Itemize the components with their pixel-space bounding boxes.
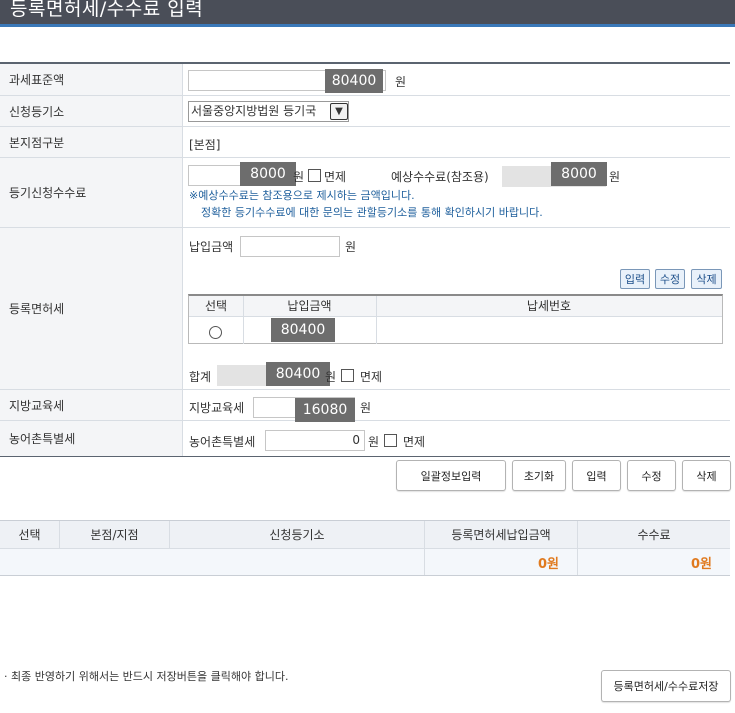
col-tax-number: 납세번호 (376, 296, 722, 317)
total-unit: 원 (325, 370, 337, 384)
summary-col-branch: 본점/지점 (60, 521, 170, 548)
save-button[interactable]: 등록면허세/수수료저장 (601, 670, 731, 702)
fee-note-2: 정확한 등기수수료에 대한 문의는 관할등기소를 통해 확인하시기 바랍니다. (201, 206, 543, 219)
registry-select[interactable]: 서울중앙지방법원 등기국 ▼ (188, 101, 349, 122)
tax-base-label: 과세표준액 (0, 64, 183, 95)
row-registry: 신청등기소 서울중앙지방법원 등기국 ▼ (0, 96, 730, 127)
reg-fee-unit: 원 (293, 170, 305, 184)
input-button[interactable]: 입력 (572, 460, 621, 491)
rural-tax-value: 0 (352, 433, 360, 447)
col-divider (376, 296, 377, 344)
rural-tax-input[interactable]: 0 (265, 430, 365, 451)
summary-license-amount: 0원 (425, 549, 578, 575)
summary-col-registry: 신청등기소 (170, 521, 425, 548)
summary-row: 0원 0원 (0, 549, 730, 575)
rural-tax-field-label: 농어촌특별세 (189, 435, 256, 449)
pay-amount-unit: 원 (345, 240, 357, 254)
title-bar: 등록면허세/수수료 입력 (0, 0, 735, 27)
page-title: 등록면허세/수수료 입력 (10, 0, 204, 20)
row-edu-tax: 지방교육세 지방교육세 16080 원 (0, 390, 730, 422)
edu-tax-field-label: 지방교육세 (189, 401, 245, 415)
pay-amount-input[interactable] (240, 236, 340, 257)
pay-amount-label: 납입금액 (189, 240, 234, 254)
row-license-tax: 등록면허세 납입금액 원 입력 수정 삭제 선택 납입금액 납세번호 80400… (0, 228, 730, 390)
row-select-radio[interactable] (209, 326, 222, 339)
expected-fee-value: 8000 (551, 162, 607, 186)
edit-button[interactable]: 수정 (627, 460, 676, 491)
branch-label: 본지점구분 (0, 127, 183, 157)
row-rural-tax: 농어촌특별세 농어촌특별세 0 원 면제 (0, 421, 730, 457)
branch-value: [본점] (189, 138, 221, 152)
summary-fee-amount: 0원 (690, 556, 712, 572)
col-amount: 납입금액 (243, 296, 376, 317)
registry-selected: 서울중앙지방법원 등기국 (191, 104, 317, 118)
total-label: 합계 (189, 370, 212, 384)
row-reg-fee: 등기신청수수료 8000 원 면제 예상수수료(참조용) 8000 원 ※예상수… (0, 158, 730, 228)
rural-tax-unit: 원 (368, 435, 380, 449)
license-delete-button[interactable]: 삭제 (691, 269, 722, 289)
col-select: 선택 (189, 296, 243, 317)
total-value: 80400 (266, 362, 330, 386)
input-form: 과세표준액 80400 원 신청등기소 서울중앙지방법원 등기국 ▼ 본지점구분… (0, 62, 730, 457)
summary-header: 선택 본점/지점 신청등기소 등록면허세납입금액 수수료 (0, 521, 730, 549)
reg-fee-exempt-checkbox[interactable] (308, 169, 321, 182)
expected-fee-unit: 원 (609, 170, 621, 184)
rural-exempt-label: 면제 (403, 435, 426, 449)
delete-button[interactable]: 삭제 (682, 460, 731, 491)
summary-table: 선택 본점/지점 신청등기소 등록면허세납입금액 수수료 0원 0원 (0, 520, 730, 576)
tax-base-unit: 원 (395, 75, 407, 89)
license-edit-button[interactable]: 수정 (655, 269, 685, 289)
rural-exempt-checkbox[interactable] (384, 434, 397, 447)
summary-col-license-amount: 등록면허세납입금액 (425, 521, 578, 548)
col-divider (243, 296, 244, 344)
summary-row-info (0, 549, 425, 575)
license-tax-label: 등록면허세 (0, 228, 183, 389)
edu-tax-unit: 원 (360, 401, 372, 415)
summary-col-fee: 수수료 (637, 528, 671, 542)
reg-fee-value: 8000 (240, 162, 296, 186)
tax-base-value: 80400 (325, 69, 383, 93)
row-branch: 본지점구분 [본점] (0, 127, 730, 158)
row-tax-base: 과세표준액 80400 원 (0, 64, 730, 96)
edu-tax-label: 지방교육세 (0, 390, 183, 420)
save-note: · 최종 반영하기 위해서는 반드시 저장버튼을 클릭해야 합니다. (4, 670, 289, 683)
reset-button[interactable]: 초기화 (512, 460, 566, 491)
table-row-amount: 80400 (271, 318, 335, 342)
reg-fee-exempt-label: 면제 (324, 170, 347, 184)
rural-tax-label: 농어촌특별세 (0, 421, 183, 456)
registry-label: 신청등기소 (0, 96, 183, 126)
chevron-down-icon[interactable]: ▼ (330, 103, 348, 120)
edu-tax-value: 16080 (295, 398, 355, 422)
batch-input-button[interactable]: 일괄정보입력 (396, 460, 506, 491)
license-input-button[interactable]: 입력 (620, 269, 650, 289)
payment-table: 선택 납입금액 납세번호 80400 (188, 294, 723, 344)
fee-note-1: ※예상수수료는 참조용으로 제시하는 금액입니다. (189, 189, 415, 202)
license-exempt-label: 면제 (360, 370, 383, 384)
reg-fee-label: 등기신청수수료 (0, 158, 183, 227)
summary-col-select: 선택 (0, 521, 60, 548)
license-exempt-checkbox[interactable] (341, 369, 354, 382)
expected-fee-label: 예상수수료(참조용) (391, 170, 489, 184)
